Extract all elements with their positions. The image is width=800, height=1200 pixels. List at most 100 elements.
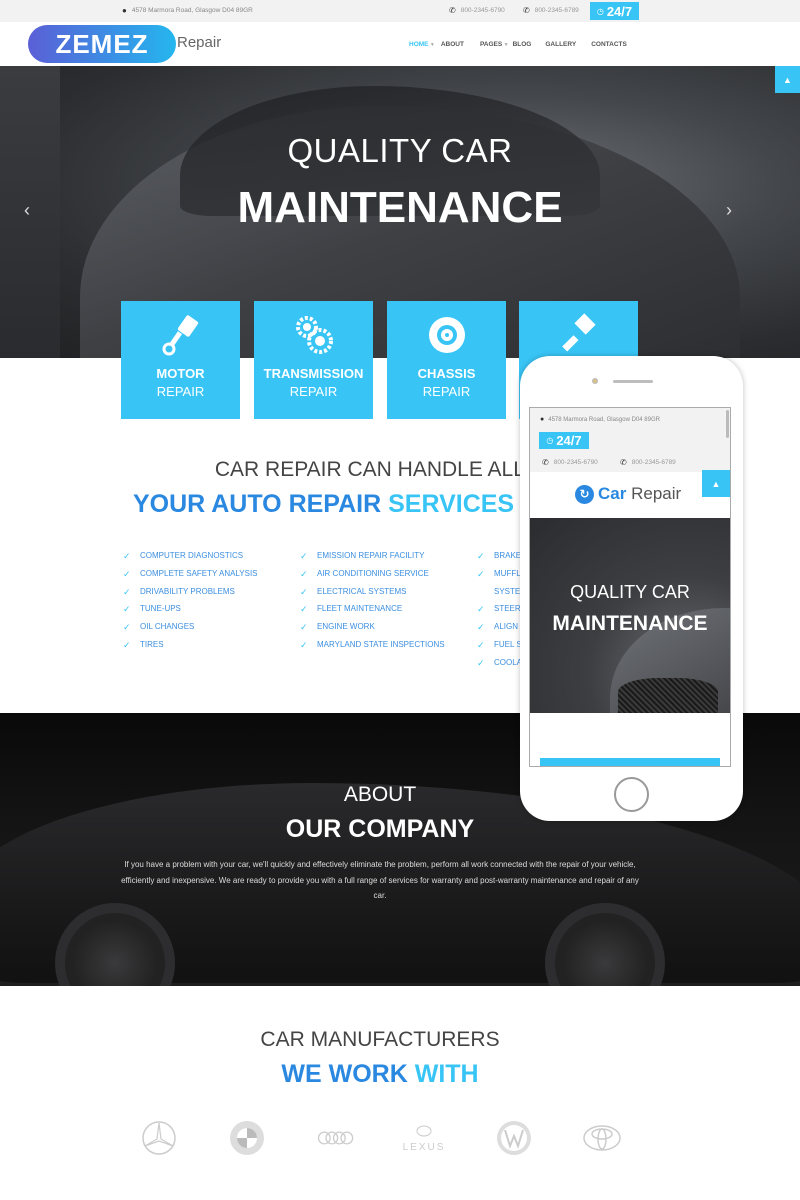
service-list-text: OIL CHANGES (140, 622, 195, 632)
service-list-item: ✓ TIRES (123, 640, 258, 658)
mercedes-logo-icon[interactable] (139, 1118, 179, 1158)
phone-2[interactable]: ✆ 800-2345-6789 (523, 6, 579, 15)
mobile-phone-2[interactable]: ✆ 800-2345-6789 (620, 458, 676, 467)
service-list-text: TUNE-UPS (140, 604, 181, 614)
checkmark-icon: ✓ (123, 639, 131, 650)
hours-text: 24/7 (606, 3, 633, 19)
logo-subtitle: Repair (177, 34, 222, 51)
service-list-text: ELECTRICAL SYSTEMS (317, 586, 407, 596)
phone-number: 800-2345-6789 (631, 459, 676, 466)
service-list-item: ✓ ENGINE WORK (300, 622, 445, 640)
nav-about[interactable]: ABOUT (441, 41, 464, 48)
checkmark-icon: ✓ (477, 551, 485, 561)
service-subtitle: REPAIR (289, 384, 338, 399)
service-list-text: COOLA (494, 657, 523, 667)
checkmark-icon: ✓ (477, 639, 485, 650)
phone-screen: ● 4578 Marmora Road, Glasgow D04 89GR ◷ … (529, 407, 731, 767)
checkmark-icon: ✓ (123, 604, 131, 615)
audi-logo-icon[interactable] (316, 1118, 356, 1158)
service-list-text: ENGINE WORK (317, 622, 375, 632)
toyota-logo-icon[interactable] (582, 1118, 622, 1158)
checkmark-icon: ✓ (123, 586, 131, 597)
user-account-button[interactable]: ▲ (775, 66, 800, 93)
clock-icon: ◷ (596, 6, 604, 16)
svg-text:LEXUS: LEXUS (403, 1142, 446, 1153)
volkswagen-logo-icon[interactable] (494, 1118, 534, 1158)
nav-contacts[interactable]: CONTACTS (591, 41, 627, 48)
nav-home[interactable]: HOME ▼ (409, 41, 435, 48)
checkmark-icon: ✓ (300, 622, 308, 633)
user-icon: ▲ (711, 478, 721, 489)
service-title: MOTOR (156, 366, 205, 381)
chevron-down-icon: ▼ (428, 42, 435, 48)
phone-icon: ✆ (449, 6, 456, 15)
hours-text: 24/7 (556, 433, 582, 448)
service-list-item: ✓ BRAKE (477, 551, 523, 569)
service-list-item: ✓ MUFFL (477, 569, 523, 587)
service-list-text: TIRES (140, 639, 164, 649)
service-list-item: ✓ COMPLETE SAFETY ANALYSIS (123, 569, 258, 587)
service-list-text: STEERI (494, 604, 523, 614)
service-subtitle: REPAIR (422, 384, 471, 399)
service-list-item: ✓ TUNE-UPS (123, 604, 258, 622)
service-list-text: BRAKE (494, 551, 522, 560)
service-list-text: EMISSION REPAIR FACILITY (317, 551, 425, 560)
service-title: CHASSIS (417, 366, 476, 381)
service-list-item: SYSTEI (477, 587, 523, 605)
mobile-phone-1[interactable]: ✆ 800-2345-6790 (542, 458, 598, 467)
chevron-down-icon: ▼ (502, 42, 509, 48)
service-motor-repair[interactable]: MOTOR REPAIR (121, 301, 240, 419)
service-transmission-repair[interactable]: TRANSMISSION REPAIR (254, 301, 373, 419)
mobile-user-button[interactable]: ▲ (702, 470, 730, 497)
mobile-hero-title: QUALITY CAR (570, 582, 690, 602)
chevron-left-icon[interactable]: ‹ (24, 200, 30, 221)
service-list-text: COMPLETE SAFETY ANALYSIS (140, 568, 258, 578)
mobile-logo[interactable]: ↻ Car Repair (575, 484, 681, 504)
mobile-scrollbar[interactable] (726, 410, 729, 438)
phone-icon: ✆ (523, 6, 530, 15)
service-list-text: MARYLAND STATE INSPECTIONS (317, 639, 445, 649)
nav-gallery[interactable]: GALLERY (545, 41, 576, 48)
logo-text: ZEMEZ (55, 28, 149, 59)
bmw-logo-icon[interactable] (227, 1118, 267, 1158)
checkmark-icon: ✓ (477, 622, 485, 633)
hero-heading: MAINTENANCE (237, 183, 563, 232)
main-nav: HOME ▼ ABOUT PAGES ▼ BLOG GALLERY CONTAC… (409, 41, 627, 48)
checkmark-icon: ✓ (300, 604, 308, 615)
checkmark-icon: ✓ (123, 568, 131, 579)
hero-title: QUALITY CAR (287, 132, 513, 169)
map-pin-icon: ● (122, 6, 127, 15)
service-list-item: ✓ COMPUTER DIAGNOSTICS (123, 551, 258, 569)
mobile-hero: QUALITY CAR MAINTENANCE (530, 518, 730, 713)
checkmark-icon: ✓ (300, 586, 308, 597)
phone-speaker (613, 380, 653, 383)
service-list-text: SYSTEI (494, 586, 523, 596)
service-chassis-repair[interactable]: CHASSIS REPAIR (387, 301, 506, 419)
phone-1[interactable]: ✆ 800-2345-6790 (449, 6, 505, 15)
address-text: 4578 Marmora Road, Glasgow D04 89GR (131, 7, 253, 14)
about-text: If you have a problem with your car, we'… (121, 860, 639, 900)
checkmark-icon: ✓ (477, 568, 485, 579)
address: ● 4578 Marmora Road, Glasgow D04 89GR (122, 6, 253, 15)
gears-icon (254, 313, 373, 367)
service-list-item: ✓ EMISSION REPAIR FACILITY (300, 551, 445, 569)
mobile-hero-heading: MAINTENANCE (552, 612, 708, 635)
chevron-right-icon[interactable]: › (726, 200, 732, 221)
checkmark-icon: ✓ (300, 568, 308, 579)
nav-pages[interactable]: PAGES ▼ (480, 41, 509, 48)
nav-blog[interactable]: BLOG (513, 41, 532, 48)
service-list-item: ✓ OIL CHANGES (123, 622, 258, 640)
services-list-2: ✓ EMISSION REPAIR FACILITY ✓ AIR CONDITIONI… (300, 551, 445, 658)
checkmark-icon: ✓ (477, 604, 485, 615)
logo[interactable]: ZEMEZ (28, 25, 176, 63)
checkmark-icon: ✓ (300, 639, 308, 650)
manufacturers-heading: WE WORK WITH (281, 1060, 479, 1088)
checkmark-icon: ✓ (123, 551, 131, 561)
services-subtitle: YOUR AUTO REPAIR SERVICES IN (133, 490, 547, 518)
service-list-item: ✓ FLEET MAINTENANCE (300, 604, 445, 622)
services-list-1: ✓ COMPUTER DIAGNOSTICS ✓ COMPLETE SAFETY AN… (123, 551, 258, 658)
brake-disc-icon (387, 313, 506, 367)
address-text: 4578 Marmora Road, Glasgow D04 89GR (548, 416, 660, 423)
services-list-3: ✓ BRAKE ✓ MUFFL SYSTEI ✓ STEERI ✓ ALIGN ✓ FUEL S ✓ C… (477, 551, 523, 676)
lexus-logo-icon[interactable]: LEXUS (394, 1118, 454, 1158)
